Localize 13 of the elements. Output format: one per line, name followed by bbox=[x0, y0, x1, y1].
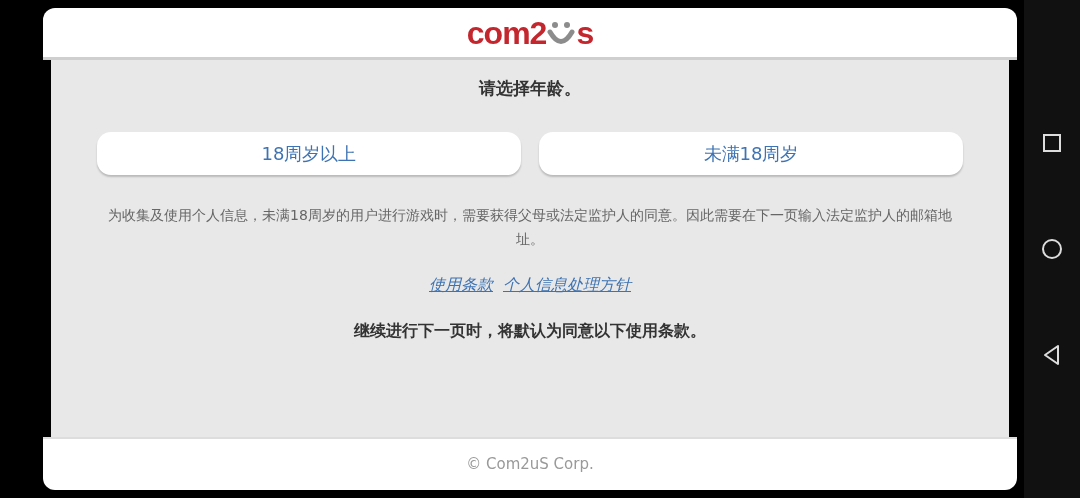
smile-icon bbox=[547, 20, 576, 47]
notice-text: 为收集及使用个人信息，未满18周岁的用户进行游戏时，需要获得父母或法定监护人的同意。因此需要在下一页输入法定监护人的邮箱地址。 bbox=[107, 205, 953, 249]
recents-button-icon[interactable] bbox=[1041, 132, 1063, 154]
logo-text: com2 bbox=[466, 16, 547, 49]
age-option-button[interactable]: 18周岁以上 bbox=[97, 131, 521, 175]
home-button-icon[interactable] bbox=[1041, 238, 1063, 260]
terms-link[interactable]: 个人信息处理方针 bbox=[503, 272, 631, 297]
terms-link[interactable]: 使用条款 bbox=[429, 272, 493, 297]
copyright-text: © Com2uS Corp. bbox=[466, 454, 594, 476]
age-option-button[interactable]: 未满18周岁 bbox=[539, 131, 963, 175]
consent-text: 继续进行下一页时，将默认为同意以下使用条款。 bbox=[354, 319, 706, 342]
age-prompt: 请选择年龄。 bbox=[479, 77, 581, 100]
logo-text: s bbox=[576, 16, 594, 49]
